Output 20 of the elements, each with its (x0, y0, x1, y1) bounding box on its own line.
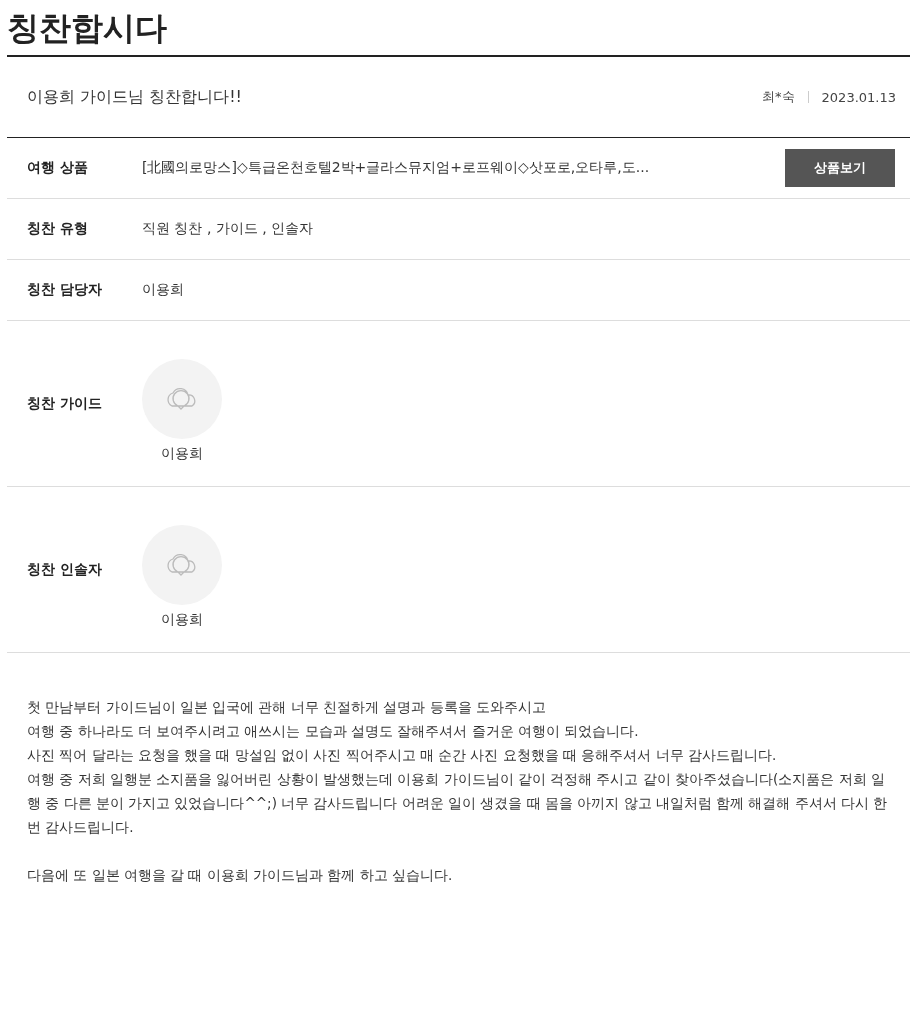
body-text: 여행 중 저희 일행분 소지품을 잃어버린 상황이 발생했는데 이용희 가이드님이 같이 걱정해 주시고 같이 찾아주셨습니다(소지품은 저희 일행 중 다른 분이 가지고 있었습니다^^;) 너무 감사드립니다 어려운 일이 생겼을 때 몸을 아끼지 않고 내일처럼 함께 해결해 주셔서 다시 한번 감사드립니다. (27, 770, 889, 837)
product-name: [北國의로망스]◇특급온천호텔2박+글라스뮤지엄+로프웨이◇삿포로,오타루,도... (142, 159, 651, 177)
body-text: 다음에 또 일본 여행을 갈 때 이용희 가이드님과 함께 하고 싶습니다. (27, 866, 454, 885)
person-name: 이용희 (161, 444, 203, 463)
field-label: 칭찬 가이드 (27, 394, 103, 413)
body-text: 첫 만남부터 가이드님이 일본 입국에 관해 너무 친절하게 설명과 등록을 도와주시고 (27, 698, 547, 717)
field-label: 칭찬 담당자 (27, 281, 103, 299)
post-date: 2023.01.13 (821, 89, 896, 105)
field-value: 이용희 (142, 281, 185, 299)
field-value: 직원 칭찬 , 가이드 , 인솔자 (142, 220, 315, 238)
field-label: 여행 상품 (27, 159, 89, 177)
person-name: 이용희 (161, 610, 203, 629)
post-title: 이용희 가이드님 칭찬합니다!! (27, 86, 242, 108)
field-label: 칭찬 인솔자 (27, 560, 103, 579)
author-name: 최*숙 (762, 88, 795, 106)
view-product-button[interactable]: 상품보기 (785, 149, 895, 187)
body-text: 사진 찍어 달라는 요청을 했을 때 망설임 없이 사진 찍어주시고 매 순간 사진 요청했을 때 응해주셔서 너무 감사드립니다. (27, 746, 778, 765)
field-label: 칭찬 유형 (27, 220, 89, 238)
page-title: 칭찬합시다 (7, 0, 910, 57)
body-text: 여행 중 하나라도 더 보여주시려고 애쓰시는 모습과 설명도 잘해주셔서 즐거운 여행이 되었습니다. (27, 722, 640, 741)
